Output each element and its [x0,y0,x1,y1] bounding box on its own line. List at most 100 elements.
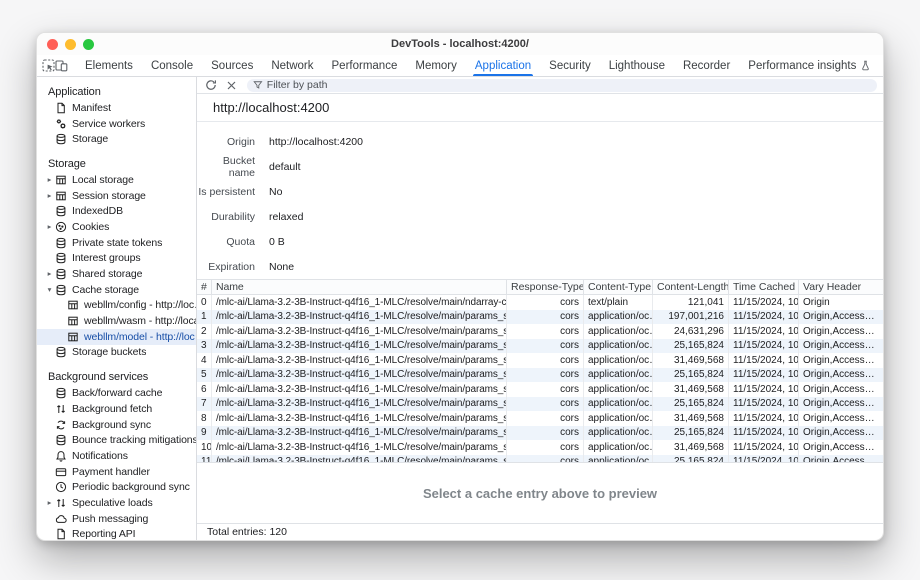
cache-metadata: Originhttp://localhost:4200Bucket namede… [197,122,883,279]
chevron-right-icon[interactable]: ▸ [44,192,55,200]
cell: 31,469,568 [653,440,729,455]
column-header-content-length[interactable]: Content-Length [653,280,729,294]
tab-performance[interactable]: Performance [323,55,407,76]
sidebar-item-reporting-api[interactable]: Reporting API [37,527,196,541]
tab-performance-insights[interactable]: Performance insights [739,55,880,76]
cache-entry-row[interactable]: 9/mlc-ai/Llama-3.2-3B-Instruct-q4f16_1-M… [197,426,883,441]
sidebar-item-background-fetch[interactable]: Background fetch [37,401,196,417]
cell: cors [507,368,584,383]
sidebar-item-storage[interactable]: Storage [37,131,196,147]
sidebar-item-label: Back/forward cache [72,387,162,399]
cell: Origin,Access… [799,397,883,412]
cell: 1 [197,310,212,325]
database-icon [55,252,67,264]
minimize-window-button[interactable] [65,39,76,50]
close-window-button[interactable] [47,39,58,50]
cell: 25,165,824 [653,397,729,412]
sidebar-item-private-state-tokens[interactable]: Private state tokens [37,235,196,251]
sidebar-item-periodic-background-sync[interactable]: Periodic background sync [37,479,196,495]
sidebar-item-bounce-tracking-mitigations[interactable]: Bounce tracking mitigations [37,432,196,448]
application-sidebar: ApplicationManifestService workersStorag… [37,77,197,540]
tab-recorder[interactable]: Recorder [674,55,739,76]
tab-lighthouse[interactable]: Lighthouse [600,55,674,76]
sidebar-item-notifications[interactable]: Notifications [37,448,196,464]
column-header-index[interactable]: # [197,280,212,294]
column-header-response-type[interactable]: Response-Type [507,280,584,294]
sidebar-item-background-sync[interactable]: Background sync [37,417,196,433]
cell: /mlc-ai/Llama-3.2-3B-Instruct-q4f16_1-ML… [212,426,507,441]
cache-entry-row[interactable]: 0/mlc-ai/Llama-3.2-3B-Instruct-q4f16_1-M… [197,295,883,310]
cell: Origin [799,295,883,310]
tab-sources[interactable]: Sources [202,55,262,76]
tab-security[interactable]: Security [540,55,600,76]
cell: 11/15/2024, 10… [729,324,799,339]
sidebar-item-shared-storage[interactable]: ▸Shared storage [37,266,196,282]
filter-field[interactable] [247,79,877,92]
sidebar-item-webllm-config-http-loc[interactable]: webllm/config - http://loc… [37,298,196,314]
tabbar-right-controls: » 3 ⋮ [880,55,884,76]
column-header-name[interactable]: Name [212,280,507,294]
tab-memory[interactable]: Memory [406,55,466,76]
sidebar-item-local-storage[interactable]: ▸ Local storage [37,172,196,188]
chevron-right-icon[interactable]: ▸ [44,499,55,507]
chevron-right-icon[interactable]: ▸ [44,270,55,278]
sidebar-item-back-forward-cache[interactable]: Back/forward cache [37,385,196,401]
tab-application[interactable]: Application [466,55,540,76]
sidebar-item-payment-handler[interactable]: Payment handler [37,464,196,480]
sidebar-item-cookies[interactable]: ▸ Cookies [37,219,196,235]
filter-by-path-input[interactable] [267,79,871,91]
more-tabs-icon[interactable]: » [880,58,884,73]
cache-entry-row[interactable]: 6/mlc-ai/Llama-3.2-3B-Instruct-q4f16_1-M… [197,382,883,397]
sidebar-item-cache-storage[interactable]: ▾Cache storage [37,282,196,298]
sidebar-item-webllm-wasm-http-loca[interactable]: webllm/wasm - http://loca… [37,313,196,329]
sidebar-item-storage-buckets[interactable]: Storage buckets [37,345,196,361]
sidebar-item-label: Bounce tracking mitigations [72,434,196,446]
tab-elements[interactable]: Elements [76,55,142,76]
cell: text/plain [584,295,653,310]
cache-entry-row[interactable]: 7/mlc-ai/Llama-3.2-3B-Instruct-q4f16_1-M… [197,397,883,412]
preview-pane: Select a cache entry above to preview [197,462,883,524]
sidebar-item-push-messaging[interactable]: Push messaging [37,511,196,527]
cache-entry-row[interactable]: 11/mlc-ai/Llama-3.2-3B-Instruct-q4f16_1-… [197,455,883,463]
column-header-vary-header[interactable]: Vary Header [799,280,883,294]
delete-selected-icon[interactable] [221,77,241,93]
inspect-element-icon[interactable] [42,55,55,76]
cell: application/oc… [584,411,653,426]
cache-entry-row[interactable]: 8/mlc-ai/Llama-3.2-3B-Instruct-q4f16_1-M… [197,411,883,426]
column-header-time-cached[interactable]: Time Cached [729,280,799,294]
sidebar-section-background-services: Background services [37,369,196,385]
cache-entry-row[interactable]: 4/mlc-ai/Llama-3.2-3B-Instruct-q4f16_1-M… [197,353,883,368]
device-toolbar-icon[interactable] [55,55,68,76]
tab-network[interactable]: Network [262,55,322,76]
updown-icon [55,403,67,415]
cache-entry-row[interactable]: 5/mlc-ai/Llama-3.2-3B-Instruct-q4f16_1-M… [197,368,883,383]
cache-entry-row[interactable]: 10/mlc-ai/Llama-3.2-3B-Instruct-q4f16_1-… [197,440,883,455]
cell: 6 [197,382,212,397]
sidebar-item-interest-groups[interactable]: Interest groups [37,251,196,267]
sidebar-item-manifest[interactable]: Manifest [37,100,196,116]
sidebar-item-session-storage[interactable]: ▸Session storage [37,188,196,204]
cache-entry-row[interactable]: 2/mlc-ai/Llama-3.2-3B-Instruct-q4f16_1-M… [197,324,883,339]
cell: 25,165,824 [653,339,729,354]
sidebar-item-speculative-loads[interactable]: ▸Speculative loads [37,495,196,511]
meta-label: Origin [197,136,255,148]
meta-value: default [269,161,301,173]
sidebar-item-webllm-model-http-loc[interactable]: webllm/model - http://loc… [37,329,196,345]
meta-value: http://localhost:4200 [269,136,363,148]
tab-console[interactable]: Console [142,55,202,76]
chevron-down-icon[interactable]: ▾ [44,286,55,294]
refresh-icon[interactable] [201,77,221,93]
cache-entry-row[interactable]: 3/mlc-ai/Llama-3.2-3B-Instruct-q4f16_1-M… [197,339,883,354]
cache-entry-row[interactable]: 1/mlc-ai/Llama-3.2-3B-Instruct-q4f16_1-M… [197,310,883,325]
sidebar-item-label: Cookies [72,221,109,233]
origin-section-header[interactable]: http://localhost:4200 [197,94,883,122]
sidebar-item-indexeddb[interactable]: IndexedDB [37,203,196,219]
column-header-content-type[interactable]: Content-Type [584,280,653,294]
cell: application/oc… [584,310,653,325]
zoom-window-button[interactable] [83,39,94,50]
chevron-right-icon[interactable]: ▸ [44,223,55,231]
sidebar-item-service-workers[interactable]: Service workers [37,116,196,132]
cell: cors [507,324,584,339]
chevron-right-icon[interactable]: ▸ [44,176,55,184]
sidebar-item-label: Local storage [72,174,134,186]
